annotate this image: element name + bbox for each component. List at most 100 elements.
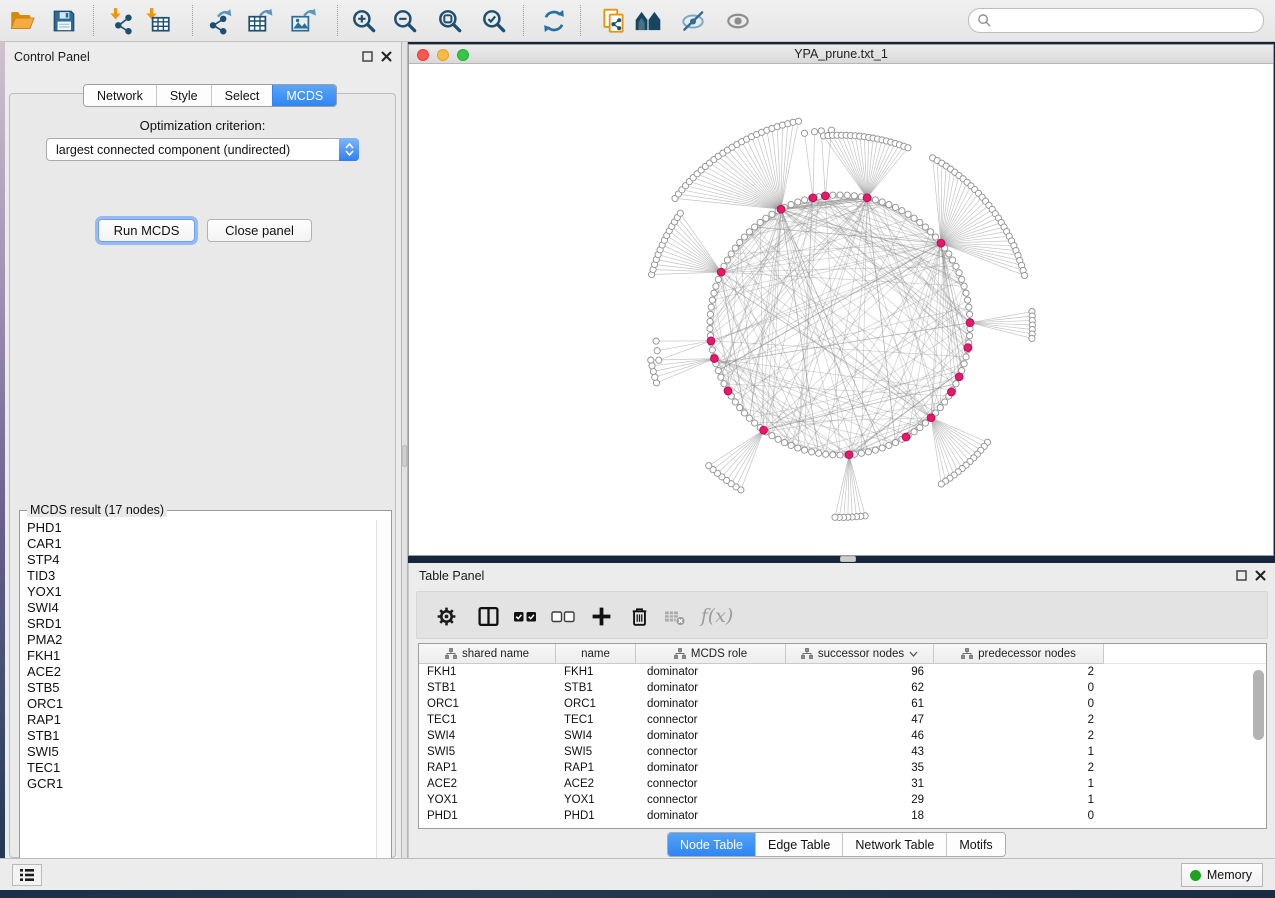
table-cell[interactable]: TEC1 (564, 712, 593, 728)
save-session-icon[interactable] (48, 5, 80, 37)
table-cell[interactable]: FKH1 (564, 664, 593, 680)
mcds-result-item[interactable]: STP4 (21, 552, 376, 568)
table-cell[interactable]: dominator (647, 680, 698, 696)
network-view-canvas[interactable] (409, 64, 1273, 555)
tab-network-table[interactable]: Network Table (842, 833, 946, 856)
close-panel-icon[interactable] (380, 50, 393, 63)
show-all-icon[interactable] (722, 5, 754, 37)
table-row[interactable]: ACE2ACE2connector311 (419, 776, 1266, 792)
table-cell[interactable]: connector (647, 776, 698, 792)
table-cell[interactable]: 2 (1034, 760, 1094, 776)
mcds-result-item[interactable]: SWI5 (21, 744, 376, 760)
tab-select[interactable]: Select (211, 85, 273, 106)
zoom-selected-icon[interactable] (478, 5, 510, 37)
table-cell[interactable]: 46 (864, 728, 924, 744)
select-all-rows-icon[interactable] (511, 601, 541, 631)
table-cell[interactable]: RAP1 (564, 760, 594, 776)
table-cell[interactable]: connector (647, 744, 698, 760)
table-cell[interactable]: 47 (864, 712, 924, 728)
table-cell[interactable]: 61 (864, 696, 924, 712)
table-cell[interactable]: 1 (1034, 776, 1094, 792)
mcds-result-item[interactable]: ORC1 (21, 696, 376, 712)
close-table-panel-icon[interactable] (1254, 569, 1267, 582)
table-cell[interactable]: 35 (864, 760, 924, 776)
mcds-result-item[interactable]: RAP1 (21, 712, 376, 728)
column-visibility-icon[interactable] (473, 601, 503, 631)
horizontal-splitter-handle[interactable] (840, 556, 856, 562)
table-cell[interactable]: 2 (1034, 712, 1094, 728)
zoom-in-icon[interactable] (348, 5, 380, 37)
open-file-icon[interactable] (6, 5, 38, 37)
table-cell[interactable]: ORC1 (427, 696, 459, 712)
table-cell[interactable]: TEC1 (427, 712, 456, 728)
zoom-fit-icon[interactable] (434, 5, 466, 37)
table-row[interactable]: FKH1FKH1dominator962 (419, 664, 1266, 680)
table-cell[interactable]: dominator (647, 808, 698, 824)
column-header-shared-name[interactable]: shared name (419, 644, 556, 664)
first-neighbors-icon[interactable] (632, 5, 664, 37)
mcds-result-item[interactable]: PHD1 (21, 520, 376, 536)
table-cell[interactable]: 1 (1034, 744, 1094, 760)
table-cell[interactable]: 2 (1034, 664, 1094, 680)
table-cell[interactable]: 62 (864, 680, 924, 696)
table-scrollbar[interactable] (1253, 666, 1264, 826)
optimization-criterion-select[interactable]: largest connected component (undirected) (46, 138, 359, 161)
deselect-all-rows-icon[interactable] (549, 601, 579, 631)
table-row[interactable]: TEC1 TEC1 connector 47 2 (419, 712, 1266, 728)
export-table-icon[interactable] (244, 5, 276, 37)
table-cell[interactable]: 31 (864, 776, 924, 792)
table-cell[interactable]: 43 (864, 744, 924, 760)
table-cell[interactable]: SWI5 (427, 744, 455, 760)
table-cell[interactable]: ACE2 (427, 776, 457, 792)
table-cell[interactable]: SWI4 (427, 728, 455, 744)
table-cell[interactable]: SWI4 (564, 728, 592, 744)
add-column-icon[interactable] (586, 601, 616, 631)
table-cell[interactable]: 18 (864, 808, 924, 824)
table-row[interactable]: ORC1 ORC1 dominator 61 0 (419, 696, 1266, 712)
table-cell[interactable]: FKH1 (427, 664, 456, 680)
table-cell[interactable]: 96 (864, 664, 924, 680)
mcds-result-item[interactable]: SRD1 (21, 616, 376, 632)
tab-edge-table[interactable]: Edge Table (755, 833, 842, 856)
table-row[interactable]: RAP1 RAP1 dominator 35 2 (419, 760, 1266, 776)
import-network-icon[interactable] (106, 5, 138, 37)
column-header-successor-nodes[interactable]: successor nodes (786, 644, 934, 664)
table-cell[interactable]: dominator (647, 728, 698, 744)
float-table-panel-icon[interactable] (1235, 569, 1248, 582)
table-cell[interactable]: connector (647, 712, 698, 728)
vertical-splitter-handle[interactable] (402, 445, 407, 467)
mcds-result-item[interactable]: ACE2 (21, 664, 376, 680)
tab-mcds[interactable]: MCDS (272, 85, 336, 106)
column-header-MCDS-role[interactable]: MCDS role (636, 644, 786, 664)
table-cell[interactable]: 0 (1034, 680, 1094, 696)
table-cell[interactable]: dominator (647, 760, 698, 776)
table-cell[interactable]: PHD1 (427, 808, 458, 824)
hide-selected-icon[interactable] (677, 5, 709, 37)
table-row[interactable]: SWI4SWI4dominator462 (419, 728, 1266, 744)
table-cell[interactable]: dominator (647, 696, 698, 712)
mcds-result-item[interactable]: CAR1 (21, 536, 376, 552)
mcds-result-item[interactable]: SWI4 (21, 600, 376, 616)
table-row[interactable]: SWI5SWI5connector431 (419, 744, 1266, 760)
column-header-predecessor-nodes[interactable]: predecessor nodes (934, 644, 1104, 664)
table-cell[interactable]: 0 (1034, 696, 1094, 712)
refresh-view-icon[interactable] (538, 5, 570, 37)
network-from-selection-icon[interactable] (598, 5, 630, 37)
mcds-result-item[interactable]: TID3 (21, 568, 376, 584)
tab-node-table[interactable]: Node Table (668, 833, 755, 856)
table-cell[interactable]: RAP1 (427, 760, 457, 776)
table-cell[interactable]: PHD1 (564, 808, 595, 824)
mcds-result-item[interactable]: STB5 (21, 680, 376, 696)
memory-button[interactable]: Memory (1181, 863, 1263, 887)
mcds-result-item[interactable]: TEC1 (21, 760, 376, 776)
table-cell[interactable]: STB1 (427, 680, 456, 696)
tab-style[interactable]: Style (156, 85, 211, 106)
mcds-result-item[interactable]: YOX1 (21, 584, 376, 600)
export-network-icon[interactable] (204, 5, 236, 37)
tab-motifs[interactable]: Motifs (946, 833, 1004, 856)
table-row[interactable]: YOX1YOX1connector291 (419, 792, 1266, 808)
task-history-button[interactable] (12, 864, 42, 886)
mcds-result-item[interactable]: GCR1 (21, 776, 376, 792)
table-cell[interactable]: ORC1 (564, 696, 596, 712)
mcds-result-item[interactable]: STB1 (21, 728, 376, 744)
